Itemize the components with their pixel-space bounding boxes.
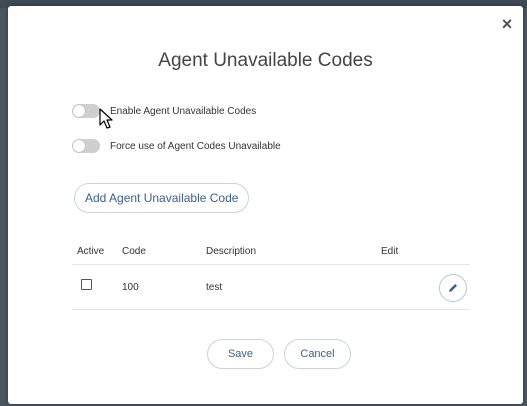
description-cell: test — [206, 281, 223, 293]
header-code: Code — [122, 245, 146, 257]
header-edit: Edit — [381, 245, 399, 257]
codes-table: Active Code Description Edit 100 test — [72, 238, 470, 310]
save-button[interactable]: Save — [207, 339, 274, 369]
dialog-title: Agent Unavailable Codes — [158, 50, 373, 71]
toggle-knob — [73, 140, 85, 152]
pencil-icon — [449, 284, 457, 292]
header-active: Active — [77, 245, 105, 257]
agent-unavailable-codes-dialog: × Agent Unavailable Codes Enable Agent U… — [8, 6, 523, 404]
code-cell: 100 — [122, 281, 139, 293]
header-description: Description — [206, 245, 257, 257]
force-codes-toggle-row: Force use of Agent Codes Unavailable — [72, 137, 281, 155]
toggle-knob — [73, 105, 85, 117]
cancel-button[interactable]: Cancel — [284, 339, 351, 369]
active-cell — [72, 278, 122, 290]
force-codes-label: Force use of Agent Codes Unavailable — [110, 140, 281, 152]
active-checkbox[interactable] — [81, 278, 92, 290]
enable-codes-label: Enable Agent Unavailable Codes — [110, 105, 257, 117]
edit-button[interactable] — [439, 274, 467, 302]
force-codes-toggle[interactable] — [72, 139, 100, 153]
close-icon[interactable]: × — [499, 15, 515, 33]
mouse-pointer-icon — [99, 108, 113, 129]
table-header: Active Code Description Edit — [72, 238, 470, 265]
add-agent-unavailable-code-button[interactable]: Add Agent Unavailable Code — [74, 183, 250, 213]
table-row: 100 test — [72, 265, 470, 310]
enable-codes-toggle[interactable] — [72, 104, 100, 118]
